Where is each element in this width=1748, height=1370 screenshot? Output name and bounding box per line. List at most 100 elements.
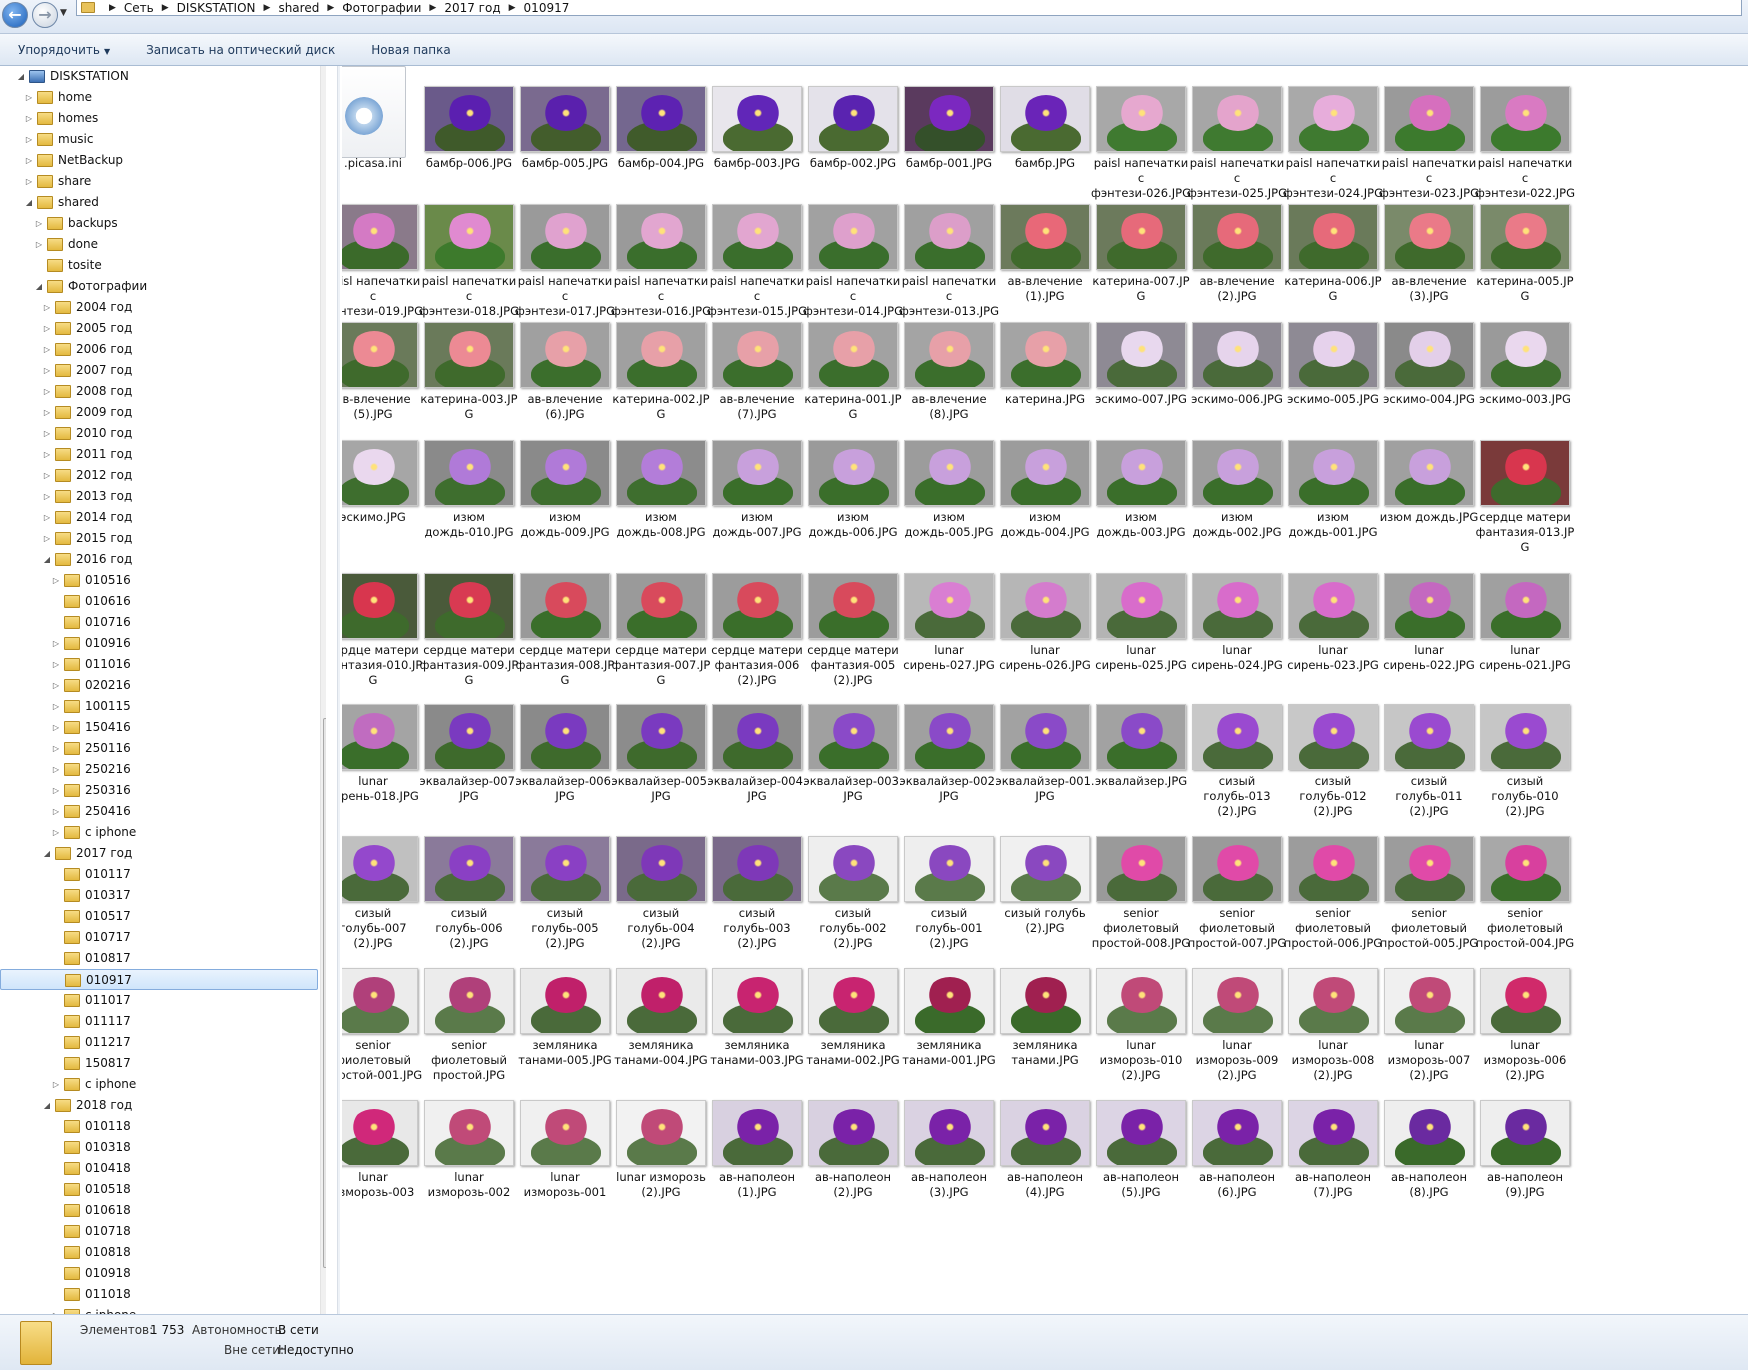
tree-item[interactable]: ▷ share xyxy=(0,171,318,192)
tree-item[interactable]: ▷ 100115 xyxy=(0,696,318,717)
tree-item[interactable]: ▷ 250116 xyxy=(0,738,318,759)
file-item[interactable]: сизый голубь-012 (2).JPG xyxy=(1282,704,1382,844)
forward-button[interactable]: → xyxy=(32,2,58,28)
file-item[interactable]: lunar сирень-027.JPG xyxy=(898,573,998,713)
collapse-arrow-icon[interactable]: ◢ xyxy=(34,276,44,297)
expand-arrow-icon[interactable]: ▷ xyxy=(51,1074,61,1095)
expand-arrow-icon[interactable]: ▷ xyxy=(42,507,52,528)
file-item[interactable]: изюм дождь-005.JPG xyxy=(898,440,998,580)
file-item[interactable]: lunar изморозь-009 (2).JPG xyxy=(1186,968,1286,1108)
file-item[interactable]: эквалайзер-007.JPG xyxy=(418,704,519,844)
file-item[interactable]: изюм дождь-007.JPG xyxy=(706,440,806,580)
expand-arrow-icon[interactable]: ▷ xyxy=(34,234,44,255)
file-item[interactable]: lunar изморозь (2).JPG xyxy=(610,1100,710,1240)
tree-item[interactable]: ▷ 2004 год xyxy=(0,297,318,318)
file-item[interactable]: сизый голубь-003 (2).JPG xyxy=(706,836,806,976)
file-item[interactable]: сердце матери фантазия-005 (2).JPG xyxy=(802,573,902,713)
tree-item[interactable]: ▷ home xyxy=(0,87,318,108)
file-item[interactable]: lunar изморозь-008 (2).JPG xyxy=(1282,968,1382,1108)
file-item[interactable]: lunar изморозь-010 (2).JPG xyxy=(1090,968,1190,1108)
tree-item[interactable]: ▷ 011016 xyxy=(0,654,318,675)
collapse-arrow-icon[interactable]: ◢ xyxy=(42,843,52,864)
file-item[interactable]: земляника танами-004.JPG xyxy=(610,968,710,1108)
file-item[interactable]: senior фиолетовый простой-005.JPG xyxy=(1378,836,1478,976)
tree-item[interactable]: ◢ 2018 год xyxy=(0,1095,318,1116)
tree-item[interactable]: 010817 xyxy=(0,948,318,969)
tree-item[interactable]: ▷ 250216 xyxy=(0,759,318,780)
expand-arrow-icon[interactable]: ▷ xyxy=(42,297,52,318)
tree-item[interactable]: ◢ DISKSTATION xyxy=(0,66,318,87)
file-item[interactable]: lunar изморозь-003 xyxy=(342,1100,422,1240)
tree-item[interactable]: ▷ 010516 xyxy=(0,570,318,591)
file-item[interactable]: senior фиолетовый простой-008.JPG xyxy=(1090,836,1190,976)
expand-arrow-icon[interactable]: ▷ xyxy=(51,801,61,822)
scroll-down-arrow-icon[interactable]: ▼ xyxy=(321,1303,326,1312)
tree-item[interactable]: ▷ 2010 год xyxy=(0,423,318,444)
file-item[interactable]: ав-наполеон (8).JPG xyxy=(1378,1100,1478,1240)
file-item[interactable]: изюм дождь-009.JPG xyxy=(514,440,614,580)
tree-item[interactable]: 010918 xyxy=(0,1263,318,1284)
file-item[interactable]: lunar изморозь-002 xyxy=(418,1100,518,1240)
tree-item[interactable]: ▷ backups xyxy=(0,213,318,234)
tree-item[interactable]: ▷ c iphone xyxy=(0,1305,318,1314)
scrollbar-thumb[interactable] xyxy=(323,718,326,1268)
file-item[interactable]: изюм дождь-010.JPG xyxy=(418,440,518,580)
file-item[interactable]: lunar изморозь-001 xyxy=(514,1100,614,1240)
tree-item[interactable]: 011217 xyxy=(0,1032,318,1053)
file-item[interactable]: senior фиолетовый простой-007.JPG xyxy=(1186,836,1286,976)
expand-arrow-icon[interactable]: ▷ xyxy=(51,759,61,780)
tree-item[interactable]: ◢ Фотографии xyxy=(0,276,318,297)
file-item[interactable]: lunar сирень-024.JPG xyxy=(1186,573,1286,713)
tree-item[interactable]: ▷ 2013 год xyxy=(0,486,318,507)
tree-item[interactable]: 010618 xyxy=(0,1200,318,1221)
expand-arrow-icon[interactable]: ▷ xyxy=(24,129,34,150)
breadcrumb-separator-icon[interactable]: ▶ xyxy=(429,3,436,13)
expand-arrow-icon[interactable]: ▷ xyxy=(34,213,44,234)
file-item[interactable]: lunar сирень-018.JPG xyxy=(342,704,422,844)
expand-arrow-icon[interactable]: ▷ xyxy=(51,696,61,717)
file-item[interactable]: сизый голубь-011 (2).JPG xyxy=(1378,704,1478,844)
expand-arrow-icon[interactable]: ▷ xyxy=(51,570,61,591)
tree-item[interactable]: 010518 xyxy=(0,1179,318,1200)
file-item[interactable]: ав-наполеон (4).JPG xyxy=(994,1100,1094,1240)
collapse-arrow-icon[interactable]: ◢ xyxy=(16,66,26,87)
tree-item[interactable]: 010118 xyxy=(0,1116,318,1137)
breadcrumb-separator-icon[interactable]: ▶ xyxy=(162,3,169,13)
file-item[interactable]: сердце матери фантазия-007.JPG xyxy=(610,573,710,713)
file-item[interactable]: изюм дождь-003.JPG xyxy=(1090,440,1190,580)
file-item[interactable]: изюм дождь-006.JPG xyxy=(802,440,902,580)
new-folder-button[interactable]: Новая папка xyxy=(353,43,468,57)
file-item[interactable]: изюм дождь-002.JPG xyxy=(1186,440,1286,580)
recent-pages-dropdown-icon[interactable]: ▼ xyxy=(60,8,67,18)
file-item[interactable]: lunar сирень-025.JPG xyxy=(1090,573,1190,713)
file-item[interactable]: ав-наполеон (2).JPG xyxy=(802,1100,902,1240)
tree-item[interactable]: 010818 xyxy=(0,1242,318,1263)
expand-arrow-icon[interactable]: ▷ xyxy=(51,717,61,738)
file-item[interactable]: эквалайзер-004.JPG xyxy=(706,704,807,844)
tree-item[interactable]: ◢ 2017 год xyxy=(0,843,318,864)
breadcrumb-item[interactable]: shared xyxy=(278,1,319,15)
collapse-arrow-icon[interactable]: ◢ xyxy=(42,549,52,570)
file-item[interactable]: эквалайзер-001.JPG xyxy=(994,704,1095,844)
expand-arrow-icon[interactable]: ▷ xyxy=(42,444,52,465)
expand-arrow-icon[interactable]: ▷ xyxy=(51,633,61,654)
tree-item[interactable]: ▷ c iphone xyxy=(0,822,318,843)
file-item[interactable]: сердце матери фантазия-006 (2).JPG xyxy=(706,573,806,713)
file-item[interactable]: lunar изморозь-007 (2).JPG xyxy=(1378,968,1478,1108)
file-item[interactable]: сизый голубь-001 (2).JPG xyxy=(898,836,998,976)
expand-arrow-icon[interactable]: ▷ xyxy=(51,654,61,675)
file-item[interactable]: ав-наполеон (9).JPG xyxy=(1474,1100,1574,1240)
tree-item[interactable]: 010717 xyxy=(0,927,318,948)
file-item[interactable]: ав-наполеон (6).JPG xyxy=(1186,1100,1286,1240)
file-item[interactable]: земляника танами.JPG xyxy=(994,968,1094,1108)
expand-arrow-icon[interactable]: ▷ xyxy=(42,381,52,402)
file-item[interactable]: земляника танами-001.JPG xyxy=(898,968,998,1108)
expand-arrow-icon[interactable]: ▷ xyxy=(42,318,52,339)
tree-item[interactable]: ▷ 010916 xyxy=(0,633,318,654)
expand-arrow-icon[interactable]: ▷ xyxy=(24,171,34,192)
breadcrumb-separator-icon[interactable]: ▶ xyxy=(264,3,271,13)
expand-arrow-icon[interactable]: ▷ xyxy=(51,822,61,843)
expand-arrow-icon[interactable]: ▷ xyxy=(51,780,61,801)
tree-item[interactable]: ▷ 2006 год xyxy=(0,339,318,360)
tree-item[interactable]: 010418 xyxy=(0,1158,318,1179)
